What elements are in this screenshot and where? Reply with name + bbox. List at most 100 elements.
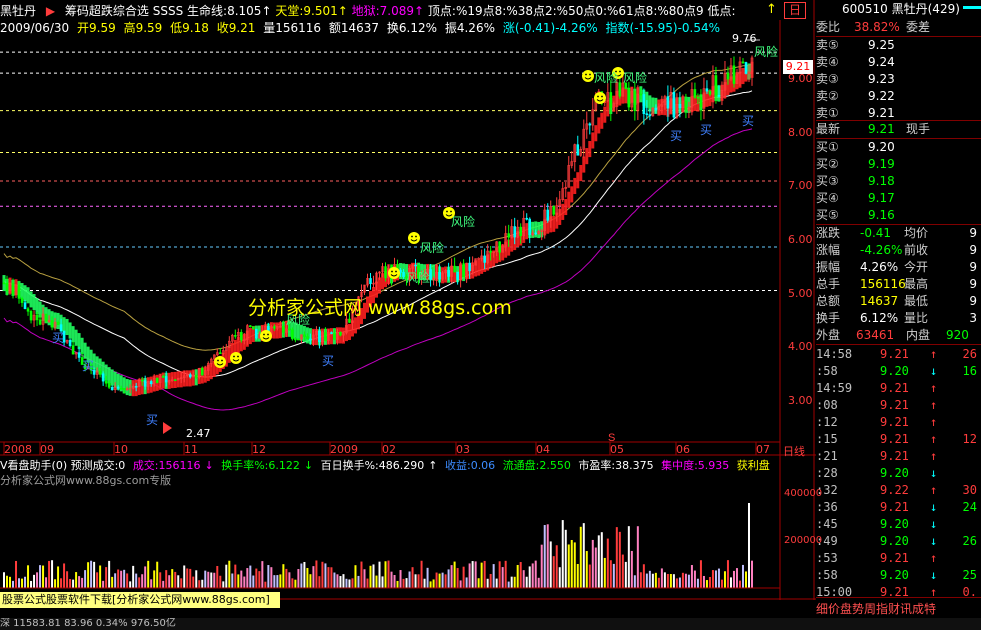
candle-body bbox=[588, 123, 592, 126]
x-axis-label: 07 bbox=[756, 443, 770, 456]
volume-bar bbox=[729, 577, 732, 588]
stat-v1: -4.26% bbox=[860, 243, 903, 257]
volume-bar bbox=[627, 526, 630, 588]
volume-bar bbox=[279, 574, 282, 588]
volume-bar bbox=[582, 523, 585, 588]
candle-body bbox=[155, 377, 159, 383]
volume-bar bbox=[693, 570, 696, 588]
volume-bar bbox=[93, 561, 96, 588]
smiley-eye bbox=[601, 95, 603, 98]
candle-body bbox=[273, 326, 276, 329]
candle-body bbox=[309, 338, 312, 341]
smiley-icon bbox=[582, 70, 594, 82]
quote-code-name[interactable]: 600510 黑牡丹(429) bbox=[842, 0, 960, 18]
x-axis-label: 04 bbox=[536, 443, 550, 456]
volume-bar bbox=[501, 567, 504, 588]
volume-bar bbox=[549, 541, 552, 588]
volume-bar bbox=[687, 574, 690, 588]
tick-a: ↑ bbox=[930, 551, 938, 565]
volume-bar bbox=[531, 563, 534, 588]
smiley-icon bbox=[594, 92, 606, 104]
smiley-eye bbox=[217, 359, 219, 362]
tick-row: 15:00 9.21 ↑ 0. bbox=[816, 584, 981, 601]
volume-bar bbox=[378, 561, 381, 588]
footer-download-link[interactable]: 股票公式股票软件下载[分析家公式网www.88gs.com] bbox=[0, 592, 280, 608]
stat-v2: 9 bbox=[969, 226, 977, 240]
quote-bottom-tabs[interactable]: 细价盘势周指财讯成特 bbox=[816, 600, 936, 618]
volume-bar bbox=[591, 539, 594, 588]
volume-bar bbox=[273, 575, 276, 588]
smiley-eye bbox=[597, 95, 599, 98]
volume-bar bbox=[738, 580, 741, 588]
volume-bar bbox=[414, 574, 417, 588]
volume-pe: 市盈率:38.375 bbox=[578, 459, 654, 472]
volume-header-title[interactable]: V看盘助手(0) 预测成交:0 bbox=[0, 459, 125, 472]
volume-indicator-header: V看盘助手(0) 预测成交:0 成交:156116 ↓ 换手率%:6.122 ↓ 百… bbox=[0, 459, 770, 472]
tick-a: ↓ bbox=[930, 534, 938, 548]
candle-body bbox=[98, 370, 102, 375]
volume-bar bbox=[426, 567, 429, 588]
volume-bar bbox=[228, 560, 231, 588]
tick-t: :45 bbox=[816, 517, 838, 531]
candle-body bbox=[119, 387, 123, 390]
volume-bar bbox=[489, 573, 492, 588]
candle-body bbox=[306, 336, 309, 340]
candle-body bbox=[525, 217, 528, 220]
volume-bar bbox=[453, 561, 456, 588]
candle-body bbox=[291, 329, 294, 340]
candle-body bbox=[38, 319, 42, 325]
stat-row: 总额 14637 最低 9 bbox=[816, 293, 981, 310]
x-axis-label: 10 bbox=[114, 443, 128, 456]
volume-bar bbox=[18, 578, 21, 588]
volume-bar bbox=[237, 574, 240, 588]
candle-body bbox=[294, 338, 297, 341]
volume-bar bbox=[84, 570, 87, 588]
smiley-icon bbox=[214, 356, 226, 368]
volume-bar bbox=[288, 572, 291, 588]
tick-t: 15:00 bbox=[816, 585, 853, 599]
volume-bar bbox=[636, 526, 639, 588]
quote-scroll-indicator[interactable] bbox=[963, 6, 981, 9]
stat-row: 振幅 4.26% 今开 9 bbox=[816, 259, 981, 276]
smiley-eye bbox=[391, 270, 393, 273]
candle-body bbox=[519, 226, 522, 237]
volume-bar bbox=[375, 575, 378, 588]
volume-bar bbox=[15, 560, 18, 588]
volume-bar bbox=[252, 575, 255, 588]
stat-l2: 量比 bbox=[904, 311, 929, 325]
stat-v2: 9 bbox=[969, 294, 977, 308]
tick-p: 9.21 bbox=[880, 551, 909, 565]
x-unit-label: 日线 bbox=[783, 445, 805, 458]
smiley-icon bbox=[230, 352, 242, 364]
volume-bar bbox=[630, 550, 633, 588]
candle-body bbox=[627, 88, 631, 108]
volume-bar bbox=[54, 579, 57, 588]
volume-bar bbox=[684, 573, 687, 588]
tick-t: :15 bbox=[816, 432, 838, 446]
volume-bar bbox=[585, 551, 588, 588]
candle-body bbox=[104, 380, 108, 384]
smiley-eye bbox=[446, 210, 448, 213]
volume-bar bbox=[291, 578, 294, 588]
volume-bar bbox=[360, 561, 363, 588]
volume-bar bbox=[570, 539, 573, 588]
volume-bar bbox=[171, 569, 174, 588]
candle-body bbox=[17, 284, 21, 299]
volume-bar bbox=[681, 572, 684, 588]
candle-body bbox=[101, 373, 105, 382]
tick-p: 9.20 bbox=[880, 466, 909, 480]
candle-body bbox=[672, 91, 676, 118]
volume-bar bbox=[234, 564, 237, 588]
y-tick-label: 3.00 bbox=[788, 394, 813, 408]
sell-level-row-label: 卖⑤ bbox=[816, 38, 839, 52]
volume-bar bbox=[420, 560, 423, 588]
latest-label: 最新 bbox=[816, 122, 841, 136]
candle-body bbox=[140, 379, 144, 382]
tick-p: 9.21 bbox=[880, 449, 909, 463]
candle-body bbox=[633, 91, 637, 111]
stat-l1: 涨跌 bbox=[816, 226, 841, 240]
volume-bar bbox=[477, 578, 480, 588]
outer-label: 外盘 bbox=[816, 328, 841, 342]
y-tick-label: 8.00 bbox=[788, 125, 813, 139]
tick-row: 14:59 9.21 ↑ bbox=[816, 380, 981, 397]
